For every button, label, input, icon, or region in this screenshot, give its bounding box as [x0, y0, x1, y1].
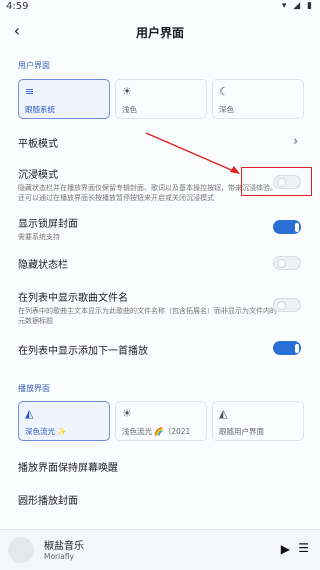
status-bar: 4:59 ▾ ◢ ▮	[0, 0, 320, 14]
sun-icon: ☀	[122, 85, 132, 98]
theme-card-label: 浅色	[122, 105, 137, 114]
hide-status-toggle[interactable]	[273, 256, 301, 270]
lock-cover-toggle[interactable]	[273, 220, 301, 234]
setting-row-add-next[interactable]: 在列表中显示添加下一首播放	[18, 342, 308, 357]
theme-card-label: 跟随系统	[25, 105, 55, 114]
section-label-player: 播放界面	[18, 384, 50, 393]
status-icons: ▾ ◢ ▮	[281, 1, 314, 11]
player-card-dark-flow[interactable]: ◭ 深色流光 ✨	[18, 401, 110, 441]
setting-row-hide-status-bar[interactable]: 隐藏状态栏	[18, 256, 308, 271]
theme-card-light[interactable]: ☀ 浅色	[115, 79, 207, 119]
section-label-ui: 用户界面	[18, 61, 50, 70]
setting-row-show-filename[interactable]: 在列表中显示歌曲文件名 在列表中的歌曲主文本显示为此歌曲的文件名称（包含拓展名）…	[18, 289, 308, 326]
theme-card-dark[interactable]: ☾ 深色	[212, 79, 304, 119]
setting-title: 隐藏状态栏	[18, 260, 68, 271]
setting-title: 圆形播放封面	[18, 496, 78, 507]
track-title: 椒盐音乐	[44, 541, 84, 552]
toggle-knob	[295, 222, 299, 232]
setting-title: 播放界面保持屏幕唤醒	[18, 463, 118, 474]
dark-flow-icon: ◭	[25, 407, 34, 420]
toggle-knob	[295, 343, 299, 353]
setting-row-keep-awake[interactable]: 播放界面保持屏幕唤醒	[18, 459, 308, 474]
player-card-label: 深色流光 ✨	[25, 427, 67, 436]
queue-icon[interactable]: ☰	[298, 541, 309, 555]
player-card-light-flow[interactable]: ☀ 浅色流光 🌈（2021	[115, 401, 207, 441]
setting-title: 显示锁屏封面	[18, 219, 78, 230]
toggle-knob	[277, 300, 286, 310]
setting-row-lock-cover[interactable]: 显示锁屏封面 需要系统支持	[18, 215, 308, 242]
player-card-label: 浅色流光 🌈（2021	[122, 427, 191, 436]
setting-row-round-cover[interactable]: 圆形播放封面	[18, 492, 308, 507]
chevron-right-icon: ›	[293, 134, 298, 148]
red-arrow-annotation	[145, 132, 240, 174]
android-icon: ◭	[219, 407, 228, 420]
status-time: 4:59	[6, 1, 29, 12]
system-theme-icon: ≡	[25, 85, 35, 98]
page-title: 用户界面	[135, 26, 184, 40]
setting-title: 在列表中显示歌曲文件名	[18, 293, 128, 304]
player-card-follow-ui[interactable]: ◭ 跟随用户界面	[212, 401, 304, 441]
show-filename-toggle[interactable]	[273, 298, 301, 312]
add-next-toggle[interactable]	[273, 341, 301, 355]
setting-description: 在列表中的歌曲主文本显示为此歌曲的文件名称（包含拓展名）而非显示为文件内的元数据…	[18, 307, 277, 325]
track-artist: Moriafly	[44, 552, 74, 561]
setting-description: 需要系统支持	[18, 233, 60, 241]
toggle-knob	[277, 258, 286, 268]
moon-icon: ☾	[219, 85, 229, 98]
theme-card-label: 深色	[219, 105, 234, 114]
red-highlight-box	[241, 167, 312, 196]
mini-player[interactable]: 椒盐音乐 Moriafly ▶ ☰	[0, 529, 320, 570]
app-bar: ‹ 用户界面	[0, 14, 320, 50]
sun-icon: ☀	[122, 407, 132, 420]
play-icon[interactable]: ▶	[281, 542, 290, 556]
player-card-label: 跟随用户界面	[219, 427, 264, 436]
album-art	[8, 537, 34, 563]
theme-card-system[interactable]: ≡ 跟随系统	[18, 79, 110, 119]
setting-title: 在列表中显示添加下一首播放	[18, 346, 148, 357]
